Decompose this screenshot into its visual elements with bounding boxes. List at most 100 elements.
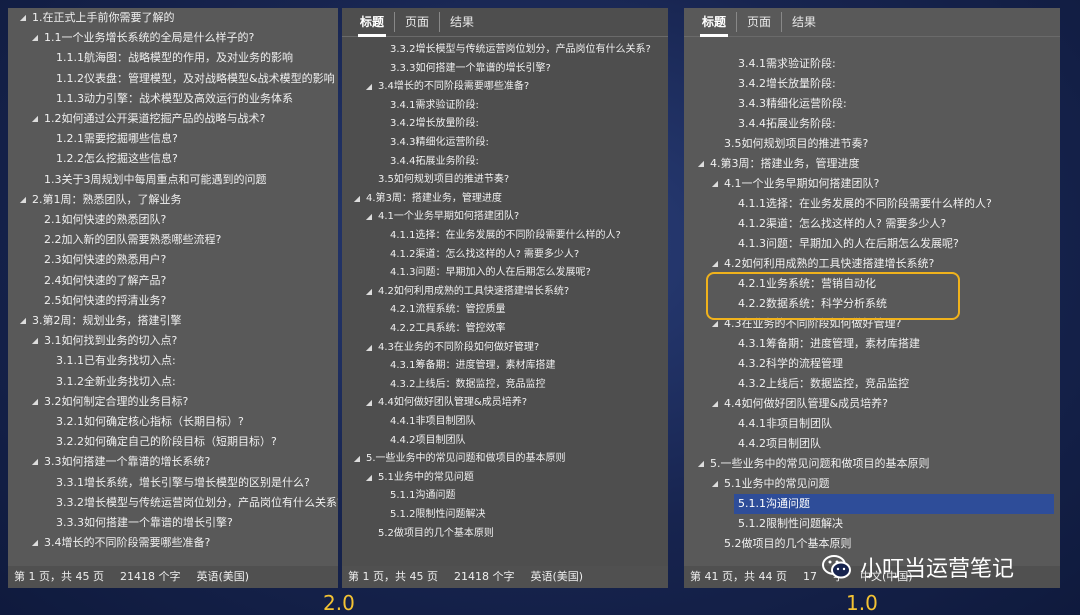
collapse-triangle-icon[interactable]: ◢ (18, 190, 28, 210)
heading-item[interactable]: 1.1.3动力引擎：战术模型及高效运行的业务体系 (8, 89, 338, 109)
heading-item[interactable]: 4.1.2渠道：怎么找这样的人? 需要多少人? (342, 246, 668, 265)
heading-item[interactable]: 2.2加入新的团队需要熟悉哪些流程? (8, 230, 338, 250)
heading-item[interactable]: 4.3.1筹备期：进度管理，素材库搭建 (684, 334, 1060, 354)
heading-item[interactable]: 3.2.2如何确定自己的阶段目标（短期目标）? (8, 432, 338, 452)
heading-item[interactable]: ◢ 4.3在业务的不同阶段如何做好管理? (342, 339, 668, 358)
heading-item[interactable]: ◢ 3.2如何制定合理的业务目标? (8, 392, 338, 412)
collapse-triangle-icon[interactable]: ◢ (352, 450, 362, 469)
heading-item[interactable]: 2.1如何快速的熟悉团队? (8, 210, 338, 230)
collapse-triangle-icon[interactable]: ◢ (710, 254, 720, 274)
heading-item[interactable]: ◢ 4.2如何利用成熟的工具快速搭建增长系统? (684, 254, 1060, 274)
heading-item[interactable]: 1.1.2仪表盘：管理模型，及对战略模型&战术模型的影响 (8, 69, 338, 89)
heading-item[interactable]: 3.5如何规划项目的推进节奏? (342, 171, 668, 190)
heading-item[interactable]: 3.4.4拓展业务阶段: (342, 153, 668, 172)
heading-item[interactable]: 4.4.1非项目制团队 (342, 413, 668, 432)
heading-item[interactable]: 3.4.3精细化运营阶段: (684, 94, 1060, 114)
heading-item[interactable]: 3.4.2增长放量阶段: (684, 74, 1060, 94)
heading-item[interactable]: 3.5如何规划项目的推进节奏? (684, 134, 1060, 154)
heading-item[interactable]: 3.1.2全新业务找切入点: (8, 372, 338, 392)
heading-item[interactable]: 1.1.1航海图：战略模型的作用，及对业务的影响 (8, 48, 338, 68)
heading-item[interactable]: 1.3关于3周规划中每周重点和可能遇到的问题 (8, 170, 338, 190)
collapse-triangle-icon[interactable]: ◢ (30, 28, 40, 48)
heading-item[interactable]: 3.3.3如何搭建一个靠谱的增长引擎? (8, 513, 338, 533)
tab-headings[interactable]: 标题 (692, 12, 736, 37)
collapse-triangle-icon[interactable]: ◢ (30, 109, 40, 129)
heading-item[interactable]: 3.3.3如何搭建一个靠谱的增长引擎? (342, 60, 668, 79)
heading-item[interactable]: ◢ 4.第3周：搭建业务，管理进度 (342, 190, 668, 209)
heading-item[interactable]: ◢ 3.4增长的不同阶段需要哪些准备? (342, 78, 668, 97)
collapse-triangle-icon[interactable]: ◢ (696, 454, 706, 474)
heading-item[interactable]: 2.5如何快速的捋清业务? (8, 291, 338, 311)
tab-results[interactable]: 结果 (781, 12, 826, 32)
heading-item[interactable]: 5.1.1沟通问题 (734, 494, 1054, 514)
heading-item[interactable]: ◢ 5.一些业务中的常见问题和做项目的基本原则 (342, 450, 668, 469)
heading-item[interactable]: 4.4.2项目制团队 (342, 432, 668, 451)
tab-results[interactable]: 结果 (439, 12, 484, 32)
heading-item[interactable]: 4.1.1选择：在业务发展的不同阶段需要什么样的人? (342, 227, 668, 246)
heading-item[interactable]: 5.2做项目的几个基本原则 (342, 525, 668, 544)
heading-item[interactable]: ◢ 4.第3周：搭建业务，管理进度 (684, 154, 1060, 174)
collapse-triangle-icon[interactable]: ◢ (30, 533, 40, 553)
heading-item[interactable]: ◢ 1.在正式上手前你需要了解的 (8, 8, 338, 28)
heading-item[interactable]: ◢ 4.4如何做好团队管理&成员培养? (342, 394, 668, 413)
heading-item[interactable]: 3.4.1需求验证阶段: (684, 54, 1060, 74)
heading-item[interactable]: ◢ 3.第2周：规划业务，搭建引擎 (8, 311, 338, 331)
heading-item[interactable]: 4.1.3问题：早期加入的人在后期怎么发展呢? (684, 234, 1060, 254)
heading-item[interactable]: 3.3.2增长模型与传统运营岗位划分，产品岗位有什么关系? (8, 493, 338, 513)
heading-item[interactable]: ◢ 5.1业务中的常见问题 (684, 474, 1060, 494)
heading-item[interactable]: 3.3.1增长系统，增长引擎与增长模型的区别是什么? (8, 473, 338, 493)
heading-item[interactable]: 1.2.1需要挖掘哪些信息? (8, 129, 338, 149)
heading-item[interactable]: ◢ 3.3如何搭建一个靠谱的增长系统? (8, 452, 338, 472)
collapse-triangle-icon[interactable]: ◢ (710, 394, 720, 414)
heading-item[interactable]: 4.3.2上线后：数据监控，竞品监控 (342, 376, 668, 395)
heading-item[interactable]: ◢ 4.1一个业务早期如何搭建团队? (342, 208, 668, 227)
heading-item[interactable]: 3.3.2增长模型与传统运营岗位划分，产品岗位有什么关系? (342, 41, 668, 60)
heading-item[interactable]: ◢ 2.第1周：熟悉团队，了解业务 (8, 190, 338, 210)
collapse-triangle-icon[interactable]: ◢ (696, 154, 706, 174)
collapse-triangle-icon[interactable]: ◢ (364, 208, 374, 227)
heading-item[interactable]: 4.1.1选择：在业务发展的不同阶段需要什么样的人? (684, 194, 1060, 214)
heading-item[interactable]: 3.4.3精细化运营阶段: (342, 134, 668, 153)
heading-item[interactable]: ◢ 4.2如何利用成熟的工具快速搭建增长系统? (342, 283, 668, 302)
heading-item[interactable]: 3.4.1需求验证阶段: (342, 97, 668, 116)
heading-item[interactable]: 4.2.1流程系统：管控质量 (342, 301, 668, 320)
heading-item[interactable]: 4.1.3问题：早期加入的人在后期怎么发展呢? (342, 264, 668, 283)
heading-item[interactable]: 4.2.2工具系统：管控效率 (342, 320, 668, 339)
collapse-triangle-icon[interactable]: ◢ (18, 8, 28, 28)
collapse-triangle-icon[interactable]: ◢ (364, 469, 374, 488)
tab-pages[interactable]: 页面 (394, 12, 439, 32)
collapse-triangle-icon[interactable]: ◢ (30, 452, 40, 472)
heading-item[interactable]: ◢ 1.2如何通过公开渠道挖掘产品的战略与战术? (8, 109, 338, 129)
heading-item[interactable]: 4.3.2科学的流程管理 (684, 354, 1060, 374)
heading-item[interactable]: 3.2.1如何确定核心指标（长期目标）? (8, 412, 338, 432)
heading-item[interactable]: 3.4.4拓展业务阶段: (684, 114, 1060, 134)
heading-item[interactable]: ◢ 4.1一个业务早期如何搭建团队? (684, 174, 1060, 194)
heading-item[interactable]: 4.3.2上线后：数据监控，竞品监控 (684, 374, 1060, 394)
tab-headings[interactable]: 标题 (350, 12, 394, 37)
heading-item[interactable]: ◢ 1.1一个业务增长系统的全局是什么样子的? (8, 28, 338, 48)
heading-item[interactable]: 4.1.2渠道：怎么找这样的人? 需要多少人? (684, 214, 1060, 234)
heading-item[interactable]: ◢ 3.1如何找到业务的切入点? (8, 331, 338, 351)
heading-item[interactable]: ◢ 4.4如何做好团队管理&成员培养? (684, 394, 1060, 414)
heading-item[interactable]: 2.3如何快速的熟悉用户? (8, 250, 338, 270)
collapse-triangle-icon[interactable]: ◢ (364, 283, 374, 302)
collapse-triangle-icon[interactable]: ◢ (364, 394, 374, 413)
collapse-triangle-icon[interactable]: ◢ (18, 311, 28, 331)
heading-item[interactable]: ◢ 3.4增长的不同阶段需要哪些准备? (8, 533, 338, 553)
heading-item[interactable]: ◢ 5.1业务中的常见问题 (342, 469, 668, 488)
collapse-triangle-icon[interactable]: ◢ (30, 331, 40, 351)
heading-item[interactable]: 4.4.2项目制团队 (684, 434, 1060, 454)
heading-item[interactable]: 2.4如何快速的了解产品? (8, 271, 338, 291)
heading-item[interactable]: 5.1.2限制性问题解决 (342, 506, 668, 525)
heading-item[interactable]: ◢ 5.一些业务中的常见问题和做项目的基本原则 (684, 454, 1060, 474)
collapse-triangle-icon[interactable]: ◢ (710, 174, 720, 194)
collapse-triangle-icon[interactable]: ◢ (30, 392, 40, 412)
heading-item[interactable]: 3.1.1已有业务找切入点: (8, 351, 338, 371)
tab-pages[interactable]: 页面 (736, 12, 781, 32)
collapse-triangle-icon[interactable]: ◢ (710, 474, 720, 494)
heading-item[interactable]: 4.3.1筹备期：进度管理，素材库搭建 (342, 357, 668, 376)
heading-item[interactable]: 1.2.2怎么挖掘这些信息? (8, 149, 338, 169)
heading-item[interactable]: 5.1.1沟通问题 (342, 487, 668, 506)
heading-item[interactable]: 3.4.2增长放量阶段: (342, 115, 668, 134)
heading-item[interactable]: 4.4.1非项目制团队 (684, 414, 1060, 434)
